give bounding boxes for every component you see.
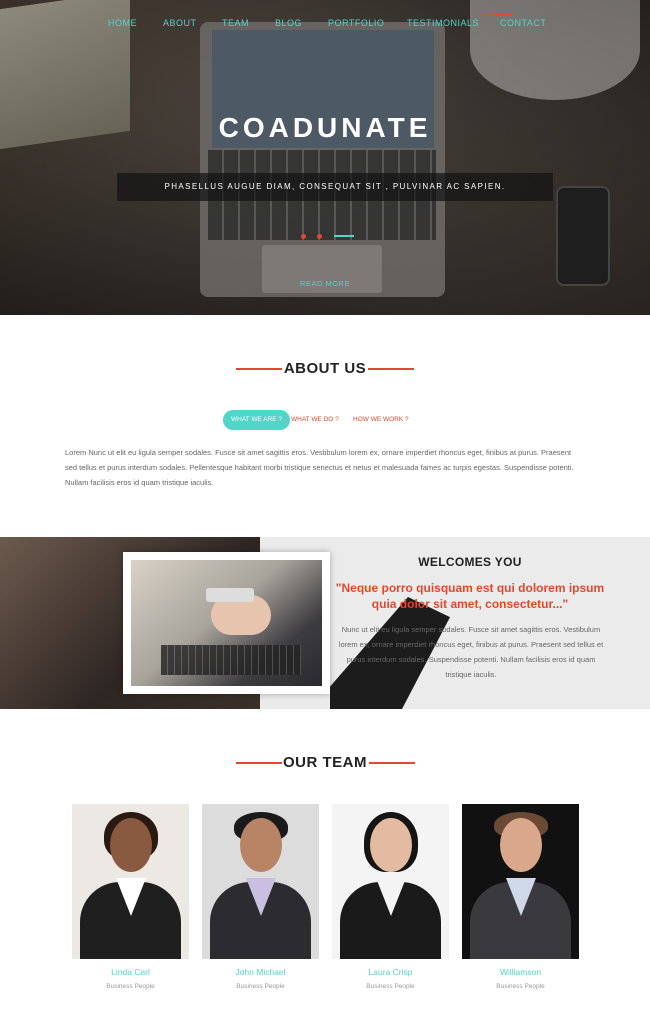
about-text: Lorem Nunc ut elit eu ligula semper soda… bbox=[65, 448, 574, 487]
team-member-role: Business People bbox=[106, 983, 155, 990]
team-title: OUR TEAM bbox=[283, 754, 367, 771]
hero-subtitle: PHASELLUS AUGUE DIAM, CONSEQUAT SIT , PU… bbox=[164, 182, 506, 191]
team-member-photo bbox=[72, 804, 189, 959]
tab-how-we-work[interactable]: HOW WE WORK ? bbox=[353, 410, 409, 430]
nav-item-blog[interactable]: BLOG bbox=[275, 18, 302, 28]
welcome-text: Nunc ut elit eu ligula semper sodales. F… bbox=[338, 625, 604, 679]
team-member-photo-head bbox=[500, 818, 542, 872]
team-member-photo-head bbox=[240, 818, 282, 872]
team-member-photo-head bbox=[370, 818, 412, 872]
team-member-card[interactable]: Linda Carl Business People bbox=[72, 804, 189, 990]
hero-title: COADUNATE bbox=[218, 112, 432, 143]
team-member-card[interactable]: Laura Crisp Business People bbox=[332, 804, 449, 990]
nav-item-team[interactable]: TEAM bbox=[222, 18, 249, 28]
nav-item-home[interactable]: HOME bbox=[108, 18, 137, 28]
team-title-line-right bbox=[369, 762, 415, 764]
welcome-quote: "Neque porro quisquam est qui dolorem ip… bbox=[335, 581, 605, 611]
team-member-photo bbox=[462, 804, 579, 959]
team-member-name[interactable]: John Michael bbox=[202, 967, 319, 977]
team-member-photo bbox=[202, 804, 319, 959]
team-member-card[interactable]: Williamson Business People bbox=[462, 804, 579, 990]
slider-dot-active[interactable] bbox=[334, 235, 354, 237]
team-member-role: Business People bbox=[236, 983, 285, 990]
team-member-card[interactable]: John Michael Business People bbox=[202, 804, 319, 990]
nav-active-indicator bbox=[491, 14, 513, 15]
nav-item-portfolio[interactable]: PORTFOLIO bbox=[328, 18, 384, 28]
tab-what-we-are[interactable]: WHAT WE ARE ? bbox=[223, 410, 291, 430]
team-member-name[interactable]: Williamson bbox=[462, 967, 579, 977]
read-more-link[interactable]: READ MORE bbox=[0, 279, 650, 288]
nav-item-testimonials[interactable]: TESTIMONIALS bbox=[407, 18, 479, 28]
about-title-line-right bbox=[368, 368, 414, 370]
team-member-name[interactable]: Laura Crisp bbox=[332, 967, 449, 977]
slider-dot-2[interactable] bbox=[317, 234, 322, 239]
nav-item-about[interactable]: ABOUT bbox=[163, 18, 197, 28]
hero-background-paper bbox=[470, 0, 640, 100]
welcome-title: WELCOMES YOU bbox=[418, 555, 522, 569]
welcome-photo-keyboard bbox=[161, 645, 301, 675]
team-member-photo-head bbox=[110, 818, 152, 872]
welcome-photo bbox=[131, 560, 322, 686]
about-tabs: WHAT WE ARE ? WHAT WE DO ? HOW WE WORK ? bbox=[0, 410, 650, 430]
slider-dot-1[interactable] bbox=[301, 234, 306, 239]
nav-item-contact[interactable]: CONTACT bbox=[500, 18, 546, 28]
tab-what-we-do[interactable]: WHAT WE DO ? bbox=[291, 410, 339, 430]
hero-background-phone bbox=[556, 186, 610, 286]
about-title: ABOUT US bbox=[283, 360, 367, 377]
team-member-name[interactable]: Linda Carl bbox=[72, 967, 189, 977]
hero-banner: HOME ABOUT TEAM BLOG PORTFOLIO TESTIMONI… bbox=[0, 0, 650, 315]
team-member-role: Business People bbox=[496, 983, 545, 990]
main-nav: HOME ABOUT TEAM BLOG PORTFOLIO TESTIMONI… bbox=[0, 14, 650, 34]
team-member-role: Business People bbox=[366, 983, 415, 990]
welcome-photo-phone bbox=[206, 588, 254, 602]
team-member-photo bbox=[332, 804, 449, 959]
